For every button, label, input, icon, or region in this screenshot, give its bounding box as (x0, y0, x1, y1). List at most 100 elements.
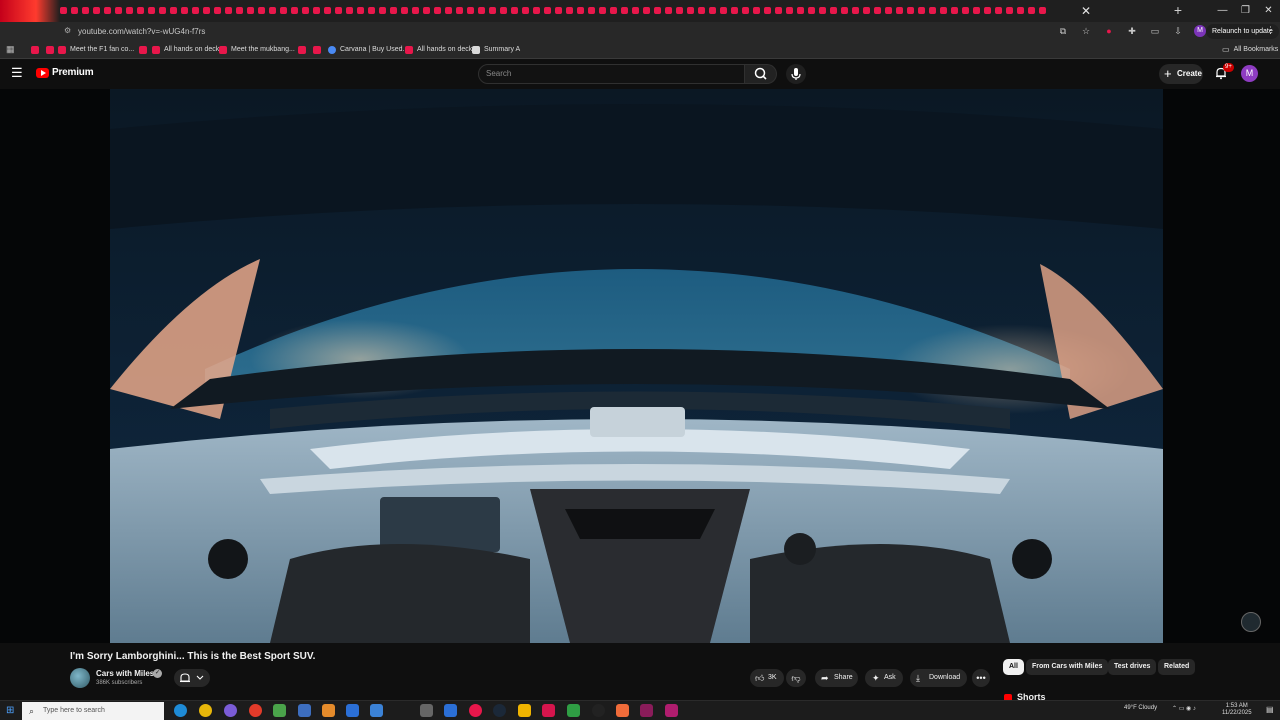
tab-favicon[interactable] (819, 7, 826, 14)
tab-favicon[interactable] (280, 7, 287, 14)
dislike-button[interactable]: 👎︎ (786, 669, 806, 687)
tab-favicon[interactable] (423, 7, 430, 14)
app-icon[interactable] (469, 704, 482, 717)
video-frame[interactable] (110, 89, 1163, 643)
tab-favicon[interactable] (467, 7, 474, 14)
tab-favicon[interactable] (324, 7, 331, 14)
tab-favicon[interactable] (357, 7, 364, 14)
address-bar[interactable]: youtube.com/watch?v=-wUG4n-f7rs (60, 23, 1060, 40)
chip-all[interactable]: All (1003, 659, 1024, 675)
app-icon[interactable] (322, 704, 335, 717)
tab-favicon[interactable] (544, 7, 551, 14)
profile-avatar[interactable]: M (1194, 25, 1206, 37)
tab-favicon[interactable] (368, 7, 375, 14)
app-icon[interactable] (273, 704, 286, 717)
tab-favicon[interactable] (621, 7, 628, 14)
tab-favicon[interactable] (808, 7, 815, 14)
voice-search-button[interactable] (786, 64, 806, 84)
bookmark-favicon[interactable] (313, 46, 321, 54)
tab-favicon[interactable] (434, 7, 441, 14)
downloads-icon[interactable]: ⇩ (1171, 24, 1185, 38)
bookmark-item[interactable]: All hands on deck (405, 44, 472, 56)
taskbar-search-input[interactable]: ⌕ Type here to search (22, 702, 164, 720)
tab-favicon[interactable] (907, 7, 914, 14)
app-icon[interactable] (444, 704, 457, 717)
extension-icon[interactable]: ● (1102, 24, 1116, 38)
tab-favicon[interactable] (170, 7, 177, 14)
tab-favicon[interactable] (93, 7, 100, 14)
chrome-icon[interactable] (199, 704, 212, 717)
steam-icon[interactable] (493, 704, 506, 717)
premium-label[interactable]: Premium (52, 67, 94, 78)
tab-favicon[interactable] (654, 7, 661, 14)
tab-favicon[interactable] (588, 7, 595, 14)
tab-favicon[interactable] (335, 7, 342, 14)
bookmark-favicon[interactable] (298, 46, 306, 54)
app-icon[interactable] (616, 704, 629, 717)
youtube-logo-icon[interactable] (36, 68, 49, 78)
app-icon[interactable] (665, 704, 678, 717)
tab-favicon[interactable] (863, 7, 870, 14)
tab-favicon[interactable] (874, 7, 881, 14)
tab-favicon[interactable] (126, 7, 133, 14)
ask-button[interactable]: ✦ Ask (865, 669, 903, 687)
tab-favicon[interactable] (753, 7, 760, 14)
tab-favicon[interactable] (632, 7, 639, 14)
tab-favicon[interactable] (500, 7, 507, 14)
tab-favicon[interactable] (742, 7, 749, 14)
channel-watermark[interactable] (1241, 612, 1261, 632)
tab-favicon[interactable] (577, 7, 584, 14)
edge-icon[interactable] (174, 704, 187, 717)
all-bookmarks[interactable]: ▭ All Bookmarks (1222, 44, 1278, 56)
bookmark-item[interactable]: Carvana | Buy Used... (328, 44, 408, 56)
close-tab-icon[interactable]: ✕ (1078, 3, 1094, 19)
tab-favicon[interactable] (115, 7, 122, 14)
tab-favicon[interactable] (104, 7, 111, 14)
bookmark-star-icon[interactable]: ☆ (1079, 24, 1093, 38)
tab-favicon[interactable] (82, 7, 89, 14)
restore-icon[interactable]: ❐ (1234, 0, 1257, 22)
chip-from-channel[interactable]: From Cars with Miles (1026, 659, 1109, 675)
weather-status[interactable]: 49°F Cloudy (1124, 705, 1157, 711)
cast-icon[interactable]: ▭ (1148, 24, 1162, 38)
tab-favicon[interactable] (665, 7, 672, 14)
window-close-icon[interactable]: ✕ (1257, 0, 1280, 22)
tab-favicon[interactable] (379, 7, 386, 14)
create-button[interactable]: + Create (1159, 64, 1203, 84)
tab-favicon[interactable] (973, 7, 980, 14)
tab-favicon[interactable] (720, 7, 727, 14)
tab-favicon[interactable] (797, 7, 804, 14)
menu-icon[interactable]: ☰ (11, 66, 25, 80)
tab-favicon[interactable] (181, 7, 188, 14)
tab-favicon[interactable] (489, 7, 496, 14)
tab-favicon[interactable] (401, 7, 408, 14)
tab-favicon[interactable] (148, 7, 155, 14)
tab-favicon[interactable] (676, 7, 683, 14)
tab-favicon[interactable] (346, 7, 353, 14)
app-icon[interactable] (567, 704, 580, 717)
tab-favicon[interactable] (709, 7, 716, 14)
tab-favicon[interactable] (192, 7, 199, 14)
app-icon[interactable] (518, 704, 531, 717)
bookmark-item[interactable]: Meet the mukbang... (219, 44, 295, 56)
chip-test-drives[interactable]: Test drives (1108, 659, 1157, 675)
download-button[interactable]: ⤓ Download (910, 669, 967, 687)
share-button[interactable]: ➦ Share (815, 669, 858, 687)
tab-favicon[interactable] (962, 7, 969, 14)
tab-favicon[interactable] (390, 7, 397, 14)
tab-favicon[interactable] (1028, 7, 1035, 14)
search-button[interactable] (745, 64, 777, 84)
minimize-icon[interactable]: — (1211, 0, 1234, 22)
tab-favicon[interactable] (566, 7, 573, 14)
search-input[interactable]: Search (478, 64, 745, 84)
tab-favicon[interactable] (687, 7, 694, 14)
file-explorer-icon[interactable] (346, 704, 359, 717)
bookmark-item[interactable]: Summary A (472, 44, 520, 56)
bookmark-favicon[interactable] (139, 46, 147, 54)
tab-favicon[interactable] (203, 7, 210, 14)
tab-favicon[interactable] (896, 7, 903, 14)
tab-favicon[interactable] (731, 7, 738, 14)
bookmark-item[interactable]: Meet the F1 fan co... (58, 44, 134, 56)
tab-favicon[interactable] (1039, 7, 1046, 14)
app-icon[interactable] (298, 704, 311, 717)
